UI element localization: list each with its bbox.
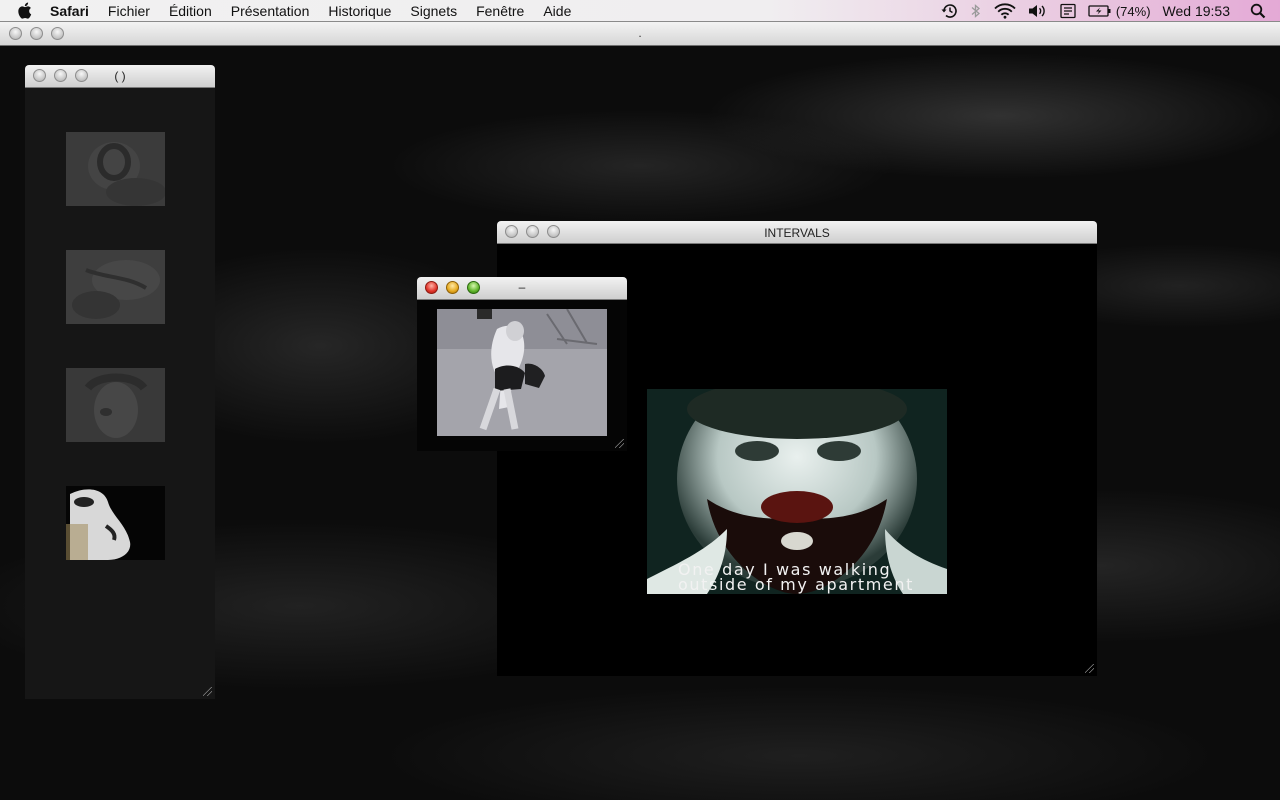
apple-icon[interactable]: [18, 2, 38, 19]
small-window-controls: [425, 281, 480, 294]
small-window-body: [417, 300, 627, 451]
intervals-window-titlebar[interactable]: INTERVALS: [497, 221, 1097, 244]
browser-titlebar: .: [0, 22, 1280, 46]
menu-historique[interactable]: Historique: [328, 3, 391, 19]
menu-signets[interactable]: Signets: [410, 3, 457, 19]
small-window-title: –: [518, 280, 526, 294]
small-window-titlebar[interactable]: –: [417, 277, 627, 300]
resize-handle[interactable]: [1085, 664, 1094, 673]
thumbnails-window: ( ): [25, 65, 215, 699]
battery-percent[interactable]: (74%): [1116, 4, 1151, 19]
thumbnails-window-title: ( ): [114, 69, 126, 83]
clock[interactable]: Wed 19:53: [1163, 3, 1230, 19]
close-button[interactable]: [33, 69, 46, 82]
page-title: .: [638, 26, 642, 40]
page-content: ( ) INTERVALS One day I was walking outs…: [0, 46, 1280, 800]
intervals-window-title: INTERVALS: [764, 226, 830, 240]
battery-icon[interactable]: [1088, 4, 1112, 18]
menu-bar: Safari Fichier Édition Présentation Hist…: [0, 0, 1280, 22]
menu-fichier[interactable]: Fichier: [108, 3, 150, 19]
spotlight-search-icon[interactable]: [1250, 3, 1266, 19]
close-button[interactable]: [425, 281, 438, 294]
video-thumbnail[interactable]: [66, 250, 165, 324]
volume-icon[interactable]: [1028, 3, 1048, 19]
secondary-video[interactable]: [437, 309, 607, 436]
minimize-button[interactable]: [54, 69, 67, 82]
menu-fenetre[interactable]: Fenêtre: [476, 3, 524, 19]
subtitle-line: outside of my apartment: [678, 575, 914, 594]
status-area: (74%) Wed 19:53: [940, 0, 1280, 22]
resize-handle[interactable]: [615, 439, 624, 448]
resize-handle[interactable]: [203, 687, 212, 696]
video-subtitle: One day I was walking outside of my apar…: [678, 562, 978, 594]
minimize-button[interactable]: [446, 281, 459, 294]
small-video-window: –: [417, 277, 627, 451]
time-machine-icon[interactable]: [940, 3, 958, 19]
menu-app-name[interactable]: Safari: [50, 3, 89, 19]
menu-edition[interactable]: Édition: [169, 3, 212, 19]
thumbnails-window-titlebar[interactable]: ( ): [25, 65, 215, 88]
video-thumbnail[interactable]: [66, 368, 165, 442]
wifi-icon[interactable]: [994, 3, 1016, 19]
thumbnails-list: [25, 88, 215, 699]
bluetooth-icon[interactable]: [970, 3, 982, 19]
menu-presentation[interactable]: Présentation: [231, 3, 310, 19]
keyboard-input-icon[interactable]: [1060, 3, 1076, 19]
video-thumbnail[interactable]: [66, 486, 165, 560]
video-thumbnail[interactable]: [66, 132, 165, 206]
menu-aide[interactable]: Aide: [543, 3, 571, 19]
